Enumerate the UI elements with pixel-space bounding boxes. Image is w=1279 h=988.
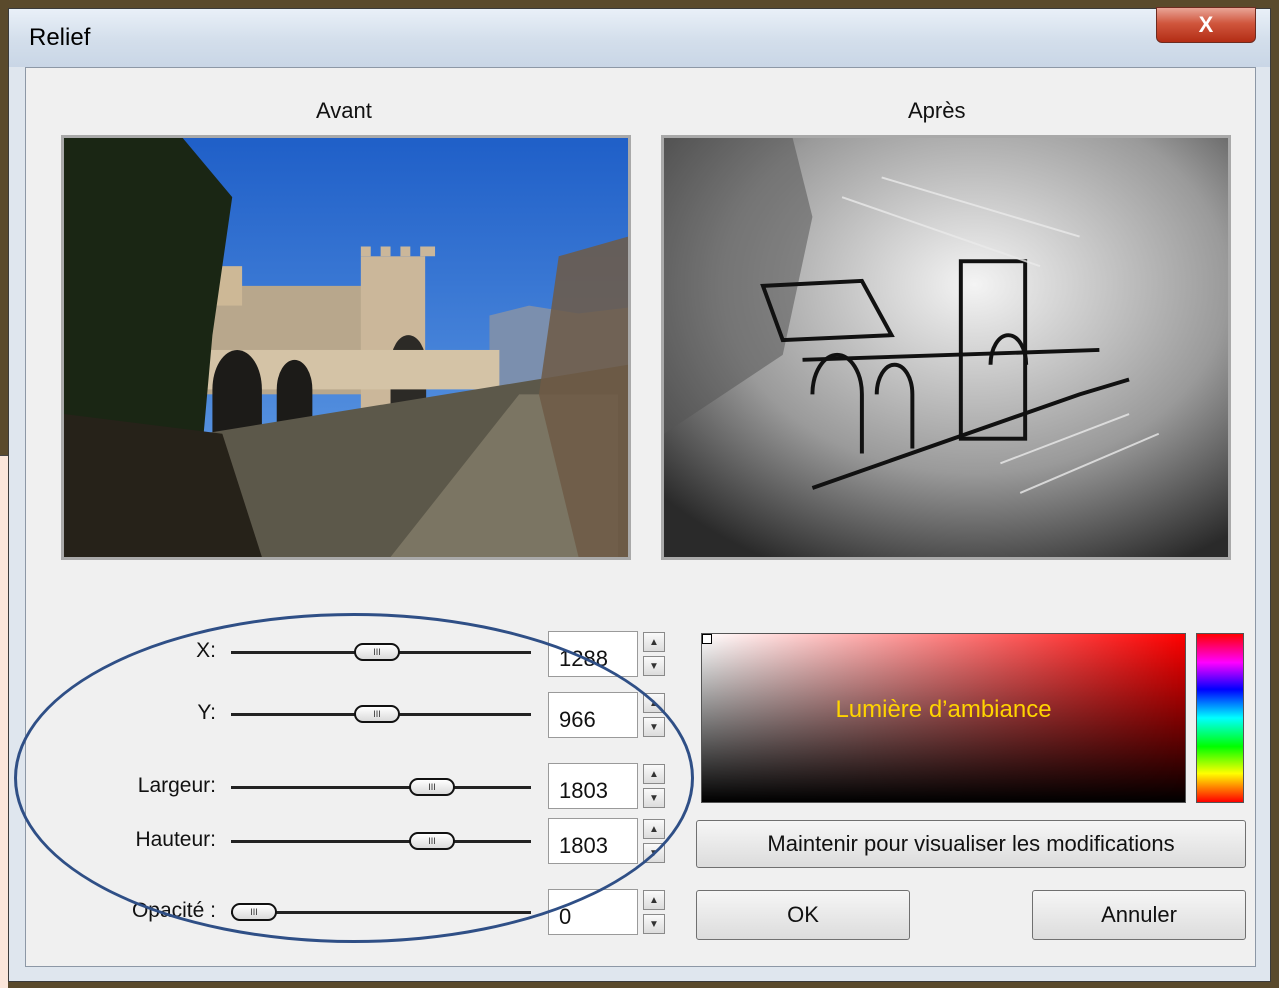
title-bar[interactable]: Relief X	[9, 7, 1270, 67]
preview-hold-button[interactable]: Maintenir pour visualiser les modificati…	[696, 820, 1246, 868]
cancel-button[interactable]: Annuler	[1032, 890, 1246, 940]
x-input[interactable]: 1288	[548, 631, 638, 677]
hauteur-slider-track[interactable]	[231, 840, 531, 843]
hauteur-input[interactable]: 1803	[548, 818, 638, 864]
after-preview-image	[661, 135, 1231, 560]
spin-up-icon[interactable]: ▲	[643, 693, 665, 713]
before-preview-image	[61, 135, 631, 560]
spin-down-icon[interactable]: ▼	[643, 717, 665, 737]
hauteur-spinner[interactable]: ▲ ▼	[643, 819, 665, 865]
color-picker-marker[interactable]	[702, 634, 712, 644]
window-title: Relief	[29, 24, 91, 51]
color-picker-area[interactable]: Lumière d’ambiance	[701, 633, 1186, 803]
y-spinner[interactable]: ▲ ▼	[643, 693, 665, 739]
ok-button[interactable]: OK	[696, 890, 910, 940]
spin-down-icon[interactable]: ▼	[643, 656, 665, 676]
x-label: X:	[196, 639, 216, 662]
background-strip	[0, 456, 8, 988]
opacite-spinner[interactable]: ▲ ▼	[643, 890, 665, 936]
hauteur-label: Hauteur:	[135, 828, 216, 851]
largeur-label: Largeur:	[137, 774, 216, 797]
x-slider-thumb[interactable]: III	[354, 643, 400, 661]
before-label: Avant	[316, 98, 372, 123]
dialog-content: Avant Après X: III 1288 ▲ ▼ Y: III 966 ▲…	[14, 67, 1256, 967]
hue-slider[interactable]	[1196, 633, 1244, 803]
spin-up-icon[interactable]: ▲	[643, 764, 665, 784]
largeur-slider-track[interactable]	[231, 786, 531, 789]
relief-dialog: Relief X Avant Après X: III 1288 ▲ ▼ Y: …	[8, 7, 1271, 982]
opacite-input[interactable]: 0	[548, 889, 638, 935]
y-slider-thumb[interactable]: III	[354, 705, 400, 723]
opacite-label: Opacité :	[131, 899, 216, 922]
spin-down-icon[interactable]: ▼	[643, 788, 665, 808]
spin-down-icon[interactable]: ▼	[643, 843, 665, 863]
y-input[interactable]: 966	[548, 692, 638, 738]
largeur-spinner[interactable]: ▲ ▼	[643, 764, 665, 810]
spin-up-icon[interactable]: ▲	[643, 890, 665, 910]
x-spinner[interactable]: ▲ ▼	[643, 632, 665, 678]
close-button[interactable]: X	[1156, 7, 1256, 43]
after-label: Après	[908, 98, 966, 123]
opacite-slider-thumb[interactable]: III	[231, 903, 277, 921]
close-icon: X	[1198, 12, 1214, 37]
spin-up-icon[interactable]: ▲	[643, 819, 665, 839]
spin-down-icon[interactable]: ▼	[643, 914, 665, 934]
largeur-input[interactable]: 1803	[548, 763, 638, 809]
spin-up-icon[interactable]: ▲	[643, 632, 665, 652]
ambient-light-label: Lumière d’ambiance	[835, 696, 1052, 723]
y-label: Y:	[197, 701, 216, 724]
hauteur-slider-thumb[interactable]: III	[409, 832, 455, 850]
largeur-slider-thumb[interactable]: III	[409, 778, 455, 796]
